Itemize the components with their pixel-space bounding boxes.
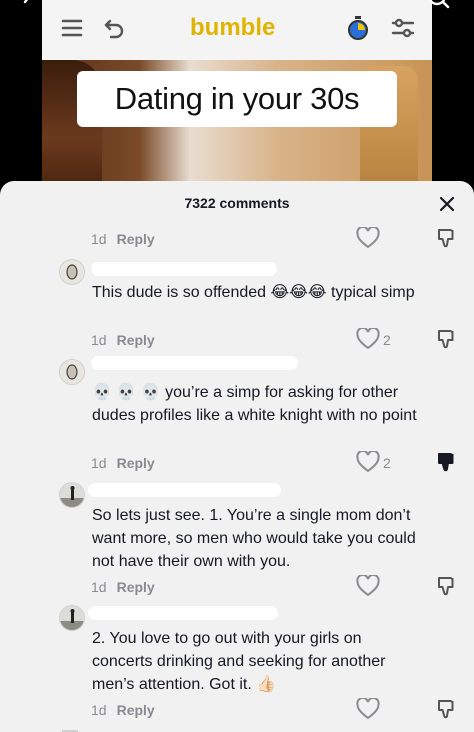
like-count: 2 bbox=[383, 332, 391, 348]
dislike-icon[interactable] bbox=[435, 451, 457, 473]
search-icon[interactable] bbox=[426, 0, 452, 14]
filter-icon bbox=[390, 17, 416, 39]
comment-text: So lets just see. 1. You’re a single mom… bbox=[92, 507, 416, 570]
dislike-icon[interactable] bbox=[435, 328, 457, 350]
heart-icon[interactable] bbox=[356, 326, 380, 350]
comment-text: 2. You love to go out with your girls on… bbox=[92, 630, 386, 693]
reply-button[interactable]: Reply bbox=[117, 332, 155, 348]
reply-button[interactable]: Reply bbox=[117, 702, 155, 718]
redacted-username bbox=[88, 483, 281, 497]
video-caption: Dating in your 30s bbox=[77, 71, 397, 127]
redacted-username bbox=[91, 262, 277, 276]
comment-text: 💀 💀 💀 you’re a simp for asking for other… bbox=[92, 384, 417, 424]
comment-meta: 1d Reply bbox=[91, 702, 155, 718]
comment-meta: 1d Reply bbox=[91, 332, 155, 348]
undo-icon bbox=[102, 17, 126, 39]
dislike-icon[interactable] bbox=[435, 227, 457, 249]
avatar[interactable] bbox=[59, 359, 85, 385]
back-chevron-icon[interactable] bbox=[18, 0, 40, 12]
avatar[interactable] bbox=[59, 259, 85, 285]
redacted-username bbox=[88, 606, 278, 620]
comments-sheet: 7322 comments 1d Reply This dude is so of… bbox=[0, 181, 474, 732]
close-icon[interactable] bbox=[436, 193, 458, 215]
bumble-logo: bumble bbox=[190, 14, 276, 41]
comments-count: 7322 comments bbox=[184, 195, 290, 211]
comment-time: 1d bbox=[91, 579, 107, 595]
avatar[interactable] bbox=[59, 482, 85, 508]
heart-icon[interactable] bbox=[356, 225, 380, 249]
video-background[interactable]: bumble Dating in your 30s bbox=[0, 0, 474, 190]
comment-time: 1d bbox=[91, 231, 107, 247]
comment-time: 1d bbox=[91, 702, 107, 718]
comment-time: 1d bbox=[91, 332, 107, 348]
reply-button[interactable]: Reply bbox=[117, 455, 155, 471]
heart-icon[interactable] bbox=[356, 696, 380, 720]
dislike-icon[interactable] bbox=[435, 575, 457, 597]
reply-button[interactable]: Reply bbox=[117, 231, 155, 247]
redacted-username bbox=[91, 356, 298, 370]
reply-button[interactable]: Reply bbox=[117, 579, 155, 595]
heart-icon[interactable] bbox=[356, 449, 380, 473]
dislike-icon[interactable] bbox=[435, 698, 457, 720]
comment-meta: 1d Reply bbox=[91, 231, 155, 247]
stopwatch-icon bbox=[345, 14, 371, 42]
heart-icon[interactable] bbox=[356, 573, 380, 597]
like-count: 2 bbox=[383, 455, 391, 471]
comment-meta: 1d Reply bbox=[91, 579, 155, 595]
comment-meta: 1d Reply bbox=[91, 455, 155, 471]
comment-time: 1d bbox=[91, 455, 107, 471]
avatar[interactable] bbox=[59, 605, 85, 631]
menu-icon bbox=[60, 17, 84, 39]
comment-text: This dude is so offended 😂😂😂 typical sim… bbox=[92, 284, 415, 301]
